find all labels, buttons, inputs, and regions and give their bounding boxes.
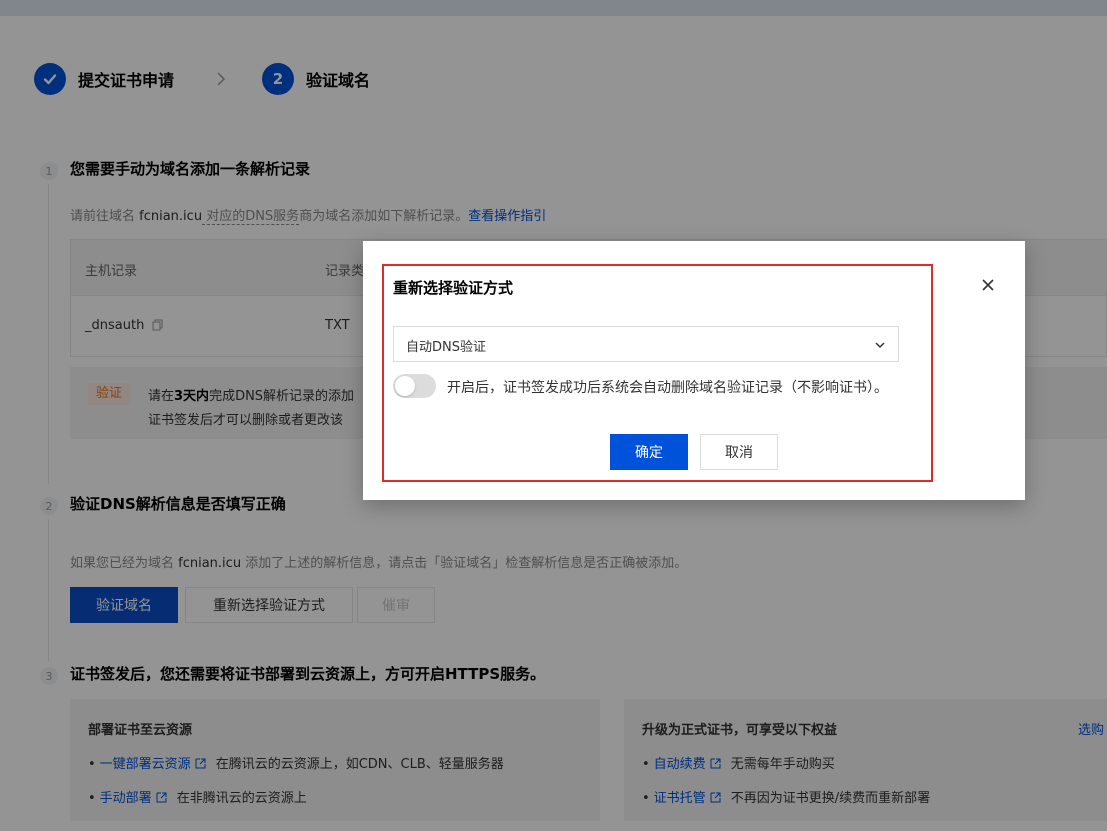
select-value: 自动DNS验证: [406, 340, 486, 355]
auto-delete-toggle[interactable]: [393, 374, 436, 398]
dialog-title: 重新选择验证方式: [393, 279, 514, 297]
close-icon[interactable]: [979, 276, 997, 294]
verify-method-select[interactable]: 自动DNS验证: [393, 326, 899, 362]
toggle-label: 开启后，证书签发成功后系统会自动删除域名验证记录（不影响证书）。: [447, 380, 888, 396]
reselect-method-dialog: 重新选择验证方式 自动DNS验证 开启后，证书签发成功后系统会自动删除域名验证记…: [363, 241, 1025, 500]
confirm-button[interactable]: 确定: [610, 434, 688, 470]
cancel-button[interactable]: 取消: [700, 434, 778, 470]
chevron-down-icon: [875, 342, 885, 349]
toggle-knob: [395, 376, 415, 396]
